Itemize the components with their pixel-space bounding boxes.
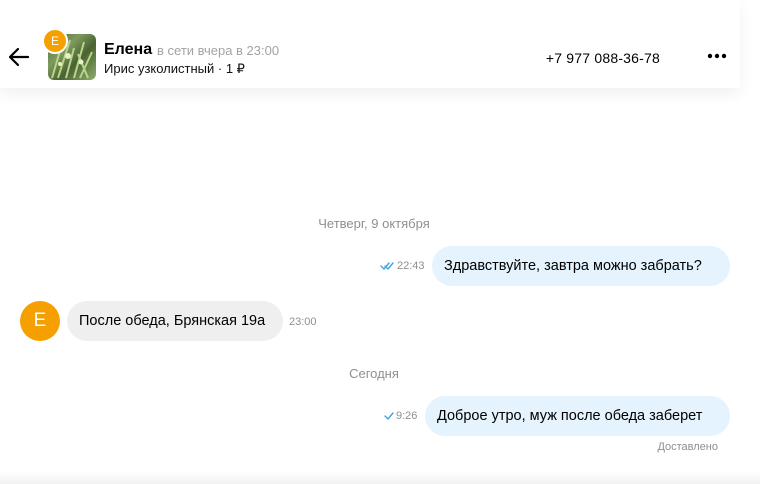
message-text: После обеда, Брянская 19а bbox=[79, 313, 266, 329]
phone-number[interactable]: +7 977 088-36-78 bbox=[546, 50, 660, 66]
double-check-icon bbox=[380, 262, 394, 271]
date-separator: Четверг, 9 октября bbox=[318, 216, 430, 231]
more-options-button[interactable] bbox=[706, 49, 728, 63]
outgoing-message[interactable]: Доброе утро, муж после обеда заберет bbox=[425, 396, 730, 436]
message-time: 23:00 bbox=[289, 316, 317, 328]
ad-title[interactable]: Ирис узколистный · 1 ₽ bbox=[104, 61, 245, 77]
message-text: Доброе утро, муж после обеда заберет bbox=[437, 408, 703, 424]
date-separator: Сегодня bbox=[349, 366, 399, 381]
composer-edge bbox=[0, 470, 760, 484]
incoming-message[interactable]: После обеда, Брянская 19а bbox=[67, 301, 283, 341]
outgoing-message[interactable]: Здравствуйте, завтра можно забрать? bbox=[432, 246, 730, 286]
single-check-icon bbox=[384, 412, 394, 421]
message-text: Здравствуйте, завтра можно забрать? bbox=[444, 258, 702, 274]
avatar-letter: Е bbox=[50, 34, 59, 48]
arrow-left-icon bbox=[8, 47, 30, 67]
contact-avatar-small: Е bbox=[42, 28, 68, 54]
delivery-status: Доставлено bbox=[657, 441, 718, 453]
message-time: 22:43 bbox=[397, 260, 425, 272]
contact-name[interactable]: Елена bbox=[104, 41, 152, 59]
more-dots-icon bbox=[707, 53, 727, 59]
avatar-letter: Е bbox=[33, 310, 47, 331]
contact-avatar[interactable]: Е bbox=[20, 301, 60, 341]
message-time: 9:26 bbox=[396, 410, 418, 422]
back-button[interactable] bbox=[8, 46, 30, 68]
chat-header: Е Елена в сети вчера в 23:00 Ирис узколи… bbox=[0, 0, 740, 88]
online-status: в сети вчера в 23:00 bbox=[157, 43, 280, 58]
